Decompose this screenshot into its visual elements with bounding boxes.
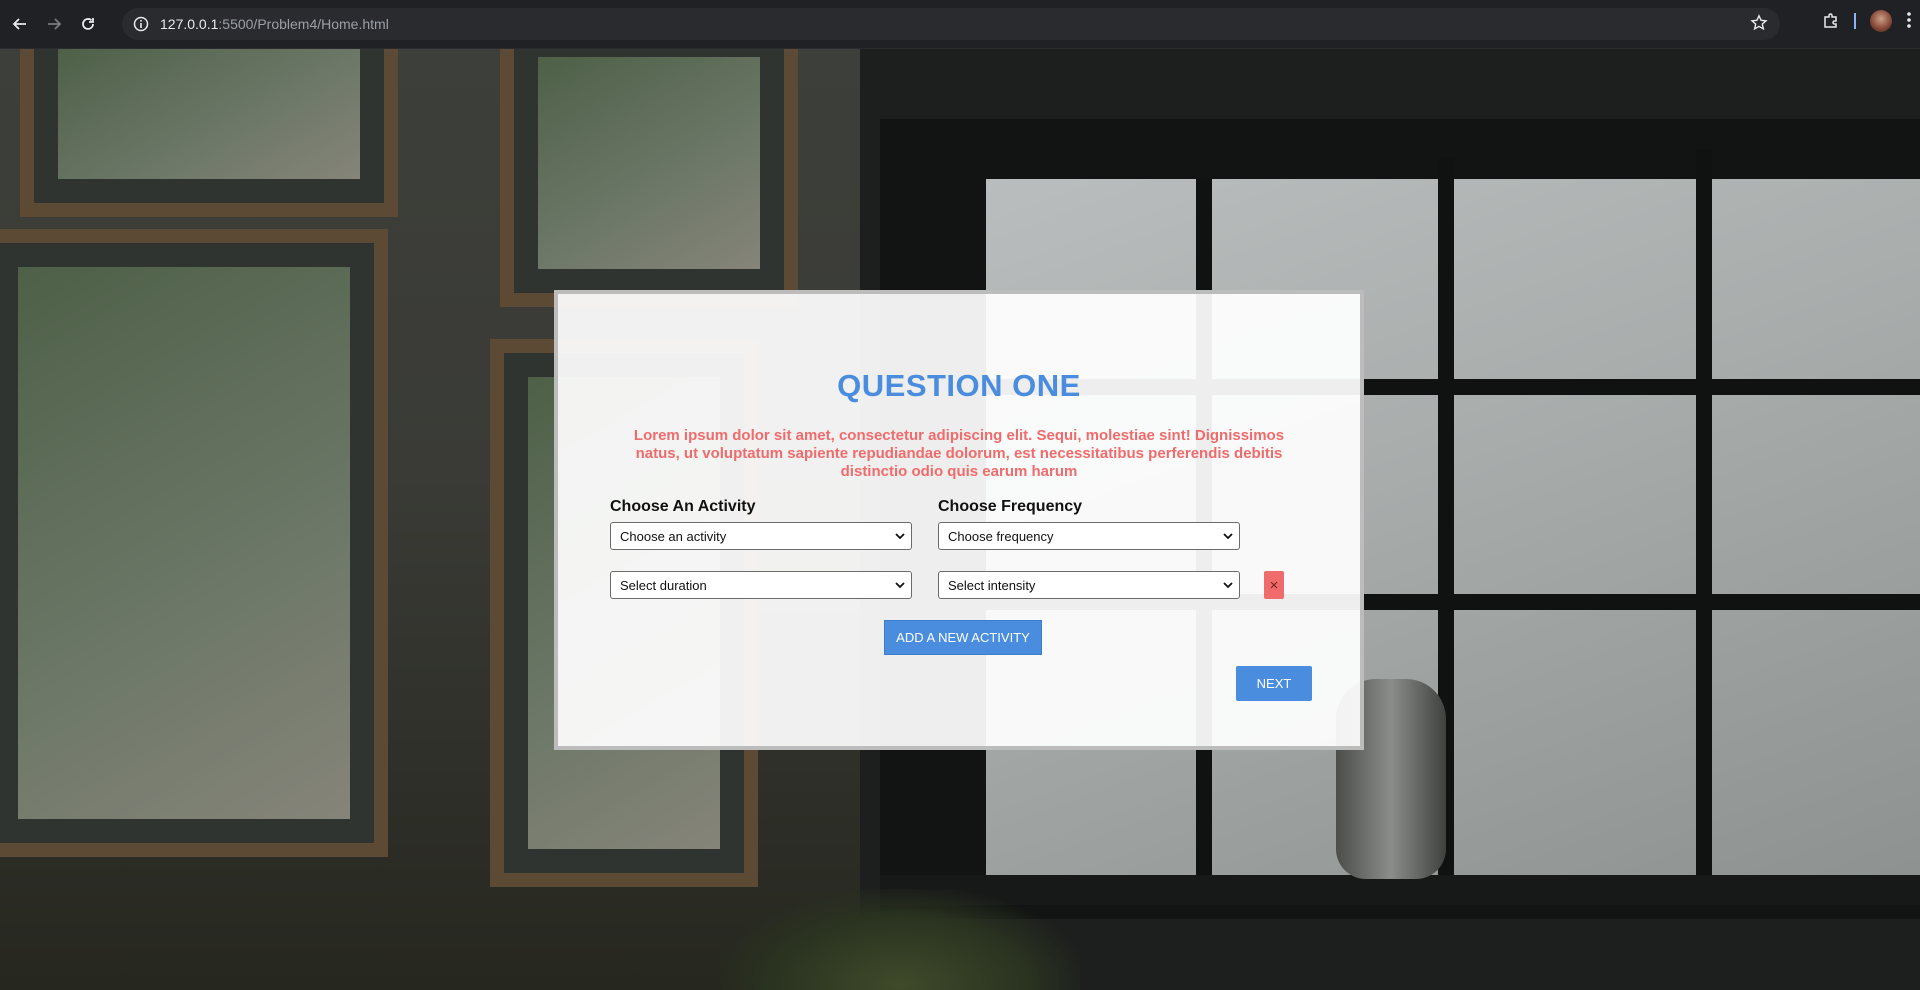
chevron-down-icon — [895, 582, 905, 589]
frequency-label: Choose Frequency — [938, 498, 1083, 515]
profile-avatar[interactable] — [1870, 10, 1892, 32]
divider — [1854, 13, 1856, 29]
background-picture-frame — [0, 229, 388, 857]
activity-select[interactable]: Choose an activity — [610, 522, 912, 550]
extensions-icon[interactable] — [1822, 12, 1840, 30]
menu-icon[interactable] — [1906, 11, 1912, 32]
url-text: 127.0.0.1:5500/Problem4/Home.html — [160, 16, 389, 32]
background-picture-frame — [20, 49, 398, 217]
window-mullion — [1696, 149, 1712, 889]
site-info-icon[interactable] — [132, 15, 150, 33]
duration-select[interactable]: Select duration — [610, 571, 912, 599]
chevron-down-icon — [1223, 533, 1233, 540]
question-card: QUESTION ONE Lorem ipsum dolor sit amet,… — [554, 290, 1364, 750]
close-icon: × — [1269, 576, 1279, 594]
activity-label: Choose An Activity — [610, 498, 756, 515]
chevron-down-icon — [1223, 582, 1233, 589]
background-plant — [720, 889, 1080, 990]
forward-icon[interactable] — [40, 10, 68, 38]
activity-select-value: Choose an activity — [620, 528, 727, 544]
add-activity-button[interactable]: ADD A NEW ACTIVITY — [884, 620, 1042, 655]
back-icon[interactable] — [6, 10, 34, 38]
next-button[interactable]: NEXT — [1236, 666, 1312, 701]
url-host: 127.0.0.1 — [160, 16, 219, 32]
duration-select-value: Select duration — [620, 577, 707, 593]
intensity-select-value: Select intensity — [948, 577, 1036, 593]
intensity-select[interactable]: Select intensity — [938, 571, 1240, 599]
background-picture-frame — [500, 49, 798, 307]
chevron-down-icon — [895, 533, 905, 540]
question-title: QUESTION ONE — [837, 368, 1081, 403]
url-path: :5500/Problem4/Home.html — [218, 16, 389, 32]
reload-icon[interactable] — [74, 10, 102, 38]
frequency-select[interactable]: Choose frequency — [938, 522, 1240, 550]
address-bar[interactable]: 127.0.0.1:5500/Problem4/Home.html — [122, 8, 1780, 40]
frequency-select-value: Choose frequency — [948, 528, 1054, 544]
browser-toolbar: 127.0.0.1:5500/Problem4/Home.html — [0, 0, 1920, 49]
question-description: Lorem ipsum dolor sit amet, consectetur … — [633, 427, 1285, 480]
remove-activity-button[interactable]: × — [1264, 571, 1284, 599]
bookmark-star-icon[interactable] — [1750, 14, 1768, 37]
